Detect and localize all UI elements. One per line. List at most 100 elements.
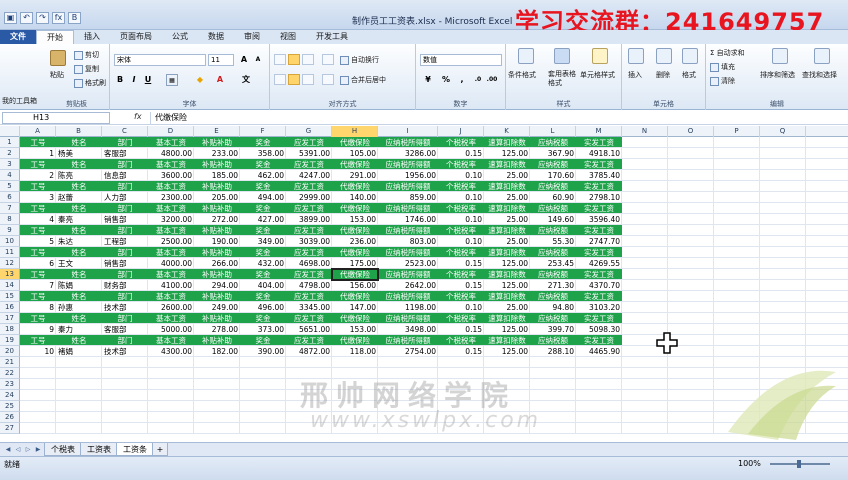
row-header-1[interactable]: 1 [0, 137, 20, 148]
percent-button[interactable]: % [440, 74, 452, 86]
row-header-21[interactable]: 21 [0, 357, 20, 368]
last-sheet-icon[interactable]: ▶ [34, 445, 42, 454]
column-header-d[interactable]: D [148, 126, 194, 137]
function-icon[interactable]: fx [52, 12, 65, 24]
formula-input[interactable]: 代缴保险 [150, 112, 846, 124]
insert-function-icon[interactable]: fx [134, 112, 142, 121]
row-header-5[interactable]: 5 [0, 181, 20, 192]
number-format-select[interactable]: 数值 [420, 54, 502, 66]
row-header-14[interactable]: 14 [0, 280, 20, 291]
sort-filter-icon[interactable] [772, 48, 788, 64]
grow-font-icon[interactable]: A [238, 54, 250, 66]
table-format-icon[interactable] [554, 48, 570, 64]
tab-insert[interactable]: 插入 [74, 30, 110, 44]
format-painter-button[interactable]: 格式刷 [74, 78, 106, 88]
currency-icon[interactable]: ¥ [422, 74, 434, 86]
row-header-4[interactable]: 4 [0, 170, 20, 181]
comma-button[interactable]: , [456, 74, 468, 86]
tab-data[interactable]: 数据 [198, 30, 234, 44]
redo-icon[interactable]: ↷ [36, 12, 49, 24]
row-header-15[interactable]: 15 [0, 291, 20, 302]
column-header-g[interactable]: G [286, 126, 332, 137]
undo-icon[interactable]: ↶ [20, 12, 33, 24]
prev-sheet-icon[interactable]: ◁ [14, 445, 22, 454]
column-header-k[interactable]: K [484, 126, 530, 137]
column-header-l[interactable]: L [530, 126, 576, 137]
sheet-tab-salary[interactable]: 工资表 [80, 443, 118, 456]
conditional-format-icon[interactable] [518, 48, 534, 64]
insert-button[interactable]: 插入 [628, 70, 642, 80]
phonetic-icon[interactable]: 文 [240, 74, 252, 86]
font-size-select[interactable]: 11 [208, 54, 234, 66]
align-bottom-icon[interactable] [302, 54, 314, 65]
row-header-6[interactable]: 6 [0, 192, 20, 203]
column-header-c[interactable]: C [102, 126, 148, 137]
column-header-p[interactable]: P [714, 126, 760, 137]
column-header-q[interactable]: Q [760, 126, 806, 137]
copy-button[interactable]: 复制 [74, 64, 99, 74]
column-header-f[interactable]: F [240, 126, 286, 137]
zoom-level[interactable]: 100% [738, 459, 761, 468]
paste-icon[interactable] [50, 50, 66, 66]
new-sheet-icon[interactable]: + [152, 443, 168, 456]
orientation-icon[interactable] [322, 54, 334, 65]
worksheet-grid[interactable]: ABCDEFGHIJKLMNOPQ 1 2 3 4 5 6 7 8 9 10 11 12 13 14 15 1… [0, 126, 848, 442]
tab-review[interactable]: 审阅 [234, 30, 270, 44]
font-name-select[interactable]: 宋体 [114, 54, 206, 66]
underline-button[interactable]: U [142, 74, 154, 86]
tab-view[interactable]: 视图 [270, 30, 306, 44]
autosum-button[interactable]: Σ 自动求和 [710, 48, 745, 58]
column-header-n[interactable]: N [622, 126, 668, 137]
delete-cells-icon[interactable] [656, 48, 672, 64]
row-header-10[interactable]: 10 [0, 236, 20, 247]
column-header-a[interactable]: A [20, 126, 56, 137]
insert-cells-icon[interactable] [628, 48, 644, 64]
align-right-icon[interactable] [302, 74, 314, 85]
tab-page-layout[interactable]: 页面布局 [110, 30, 162, 44]
column-header-i[interactable]: I [378, 126, 438, 137]
border-icon[interactable]: ▦ [166, 74, 178, 86]
tab-developer[interactable]: 开发工具 [306, 30, 358, 44]
row-header-23[interactable]: 23 [0, 379, 20, 390]
row-header-20[interactable]: 20 [0, 346, 20, 357]
tab-file[interactable]: 文件 [0, 30, 36, 44]
select-all-corner[interactable] [0, 126, 20, 137]
align-left-icon[interactable] [274, 74, 286, 85]
decrease-decimal-icon[interactable]: .00 [486, 74, 498, 86]
row-header-11[interactable]: 11 [0, 247, 20, 258]
find-select-icon[interactable] [814, 48, 830, 64]
row-header-22[interactable]: 22 [0, 368, 20, 379]
row-header-12[interactable]: 12 [0, 258, 20, 269]
find-select-button[interactable]: 查找和选择 [802, 70, 837, 80]
row-header-16[interactable]: 16 [0, 302, 20, 313]
align-top-icon[interactable] [274, 54, 286, 65]
shrink-font-icon[interactable]: A [252, 54, 264, 66]
fill-button[interactable]: 填充 [710, 62, 735, 72]
bold-button[interactable]: B [114, 74, 126, 86]
cell-styles-button[interactable]: 单元格样式 [580, 70, 615, 80]
font-color-icon[interactable]: A [214, 74, 226, 86]
column-header-h[interactable]: H [332, 126, 378, 137]
row-header-8[interactable]: 8 [0, 214, 20, 225]
row-header-17[interactable]: 17 [0, 313, 20, 324]
align-center-icon[interactable] [288, 74, 300, 85]
column-header-e[interactable]: E [194, 126, 240, 137]
row-header-18[interactable]: 18 [0, 324, 20, 335]
column-header-m[interactable]: M [576, 126, 622, 137]
row-header-2[interactable]: 2 [0, 148, 20, 159]
cell-styles-icon[interactable] [592, 48, 608, 64]
format-cells-icon[interactable] [682, 48, 698, 64]
row-header-7[interactable]: 7 [0, 203, 20, 214]
italic-button[interactable]: I [128, 74, 140, 86]
first-sheet-icon[interactable]: ◀ [4, 445, 12, 454]
save-icon[interactable]: ▣ [4, 12, 17, 24]
row-header-24[interactable]: 24 [0, 390, 20, 401]
conditional-format-button[interactable]: 条件格式 [508, 70, 536, 80]
table-format-button[interactable]: 套用表格格式 [548, 70, 578, 88]
tab-formulas[interactable]: 公式 [162, 30, 198, 44]
fill-color-icon[interactable]: ◆ [194, 74, 206, 86]
my-toolbox[interactable]: 我的工具箱 [2, 96, 37, 106]
row-header-3[interactable]: 3 [0, 159, 20, 170]
cut-button[interactable]: 剪切 [74, 50, 99, 60]
row-header-13[interactable]: 13 [0, 269, 20, 280]
